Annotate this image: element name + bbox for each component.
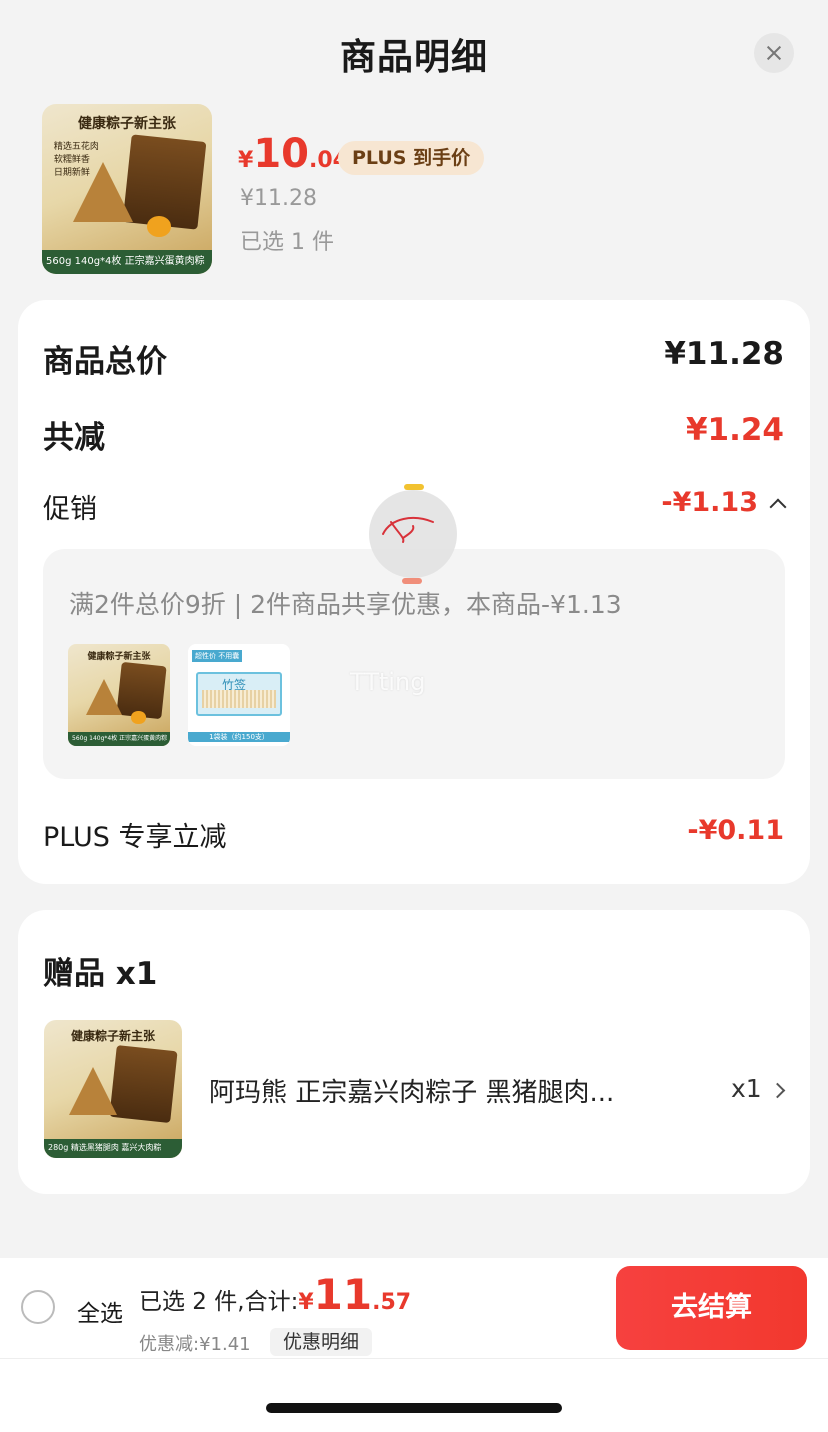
thumb-title: 健康粽子新主张 [78, 115, 176, 132]
assistant-bubble[interactable] [369, 484, 457, 584]
zongzi-graphic [68, 1066, 117, 1115]
close-icon[interactable] [754, 33, 794, 73]
gift-thumb-bar: 280g 精选黑猪腿肉 嘉兴大肉粽 [44, 1138, 182, 1158]
chevron-up-icon [769, 498, 787, 516]
price-summary-card: 商品总价 ¥11.28 共减 ¥1.24 促销 -¥1.13 满2件总价9折 |… [18, 300, 810, 884]
thumb-bullet: 精选五花肉 [53, 142, 99, 153]
checkout-button[interactable]: 去结算 [616, 1266, 807, 1350]
egg-yolk-graphic [147, 216, 172, 237]
discount-summary: 优惠减:¥1.41 [139, 1334, 251, 1355]
promo-item-bar: 560g 140g*4枚 正宗嘉兴蛋黄肉粽 [68, 731, 170, 746]
plus-price: ¥ 10 .04 [238, 131, 348, 177]
total-currency: ¥ [298, 1290, 314, 1315]
select-all-label[interactable]: 全选 [77, 1294, 123, 1328]
zongzi-graphic [72, 161, 133, 222]
discount-label: 共减 [43, 420, 105, 456]
gift-card: 赠品 x1 健康粽子新主张 280g 精选黑猪腿肉 嘉兴大肉粽 阿玛熊 正宗嘉兴… [18, 910, 810, 1194]
promo-item-thumbnail[interactable]: 健康粽子新主张 560g 140g*4枚 正宗嘉兴蛋黄肉粽 [68, 644, 170, 746]
toothpick-label: 超性价 不用囊 [192, 650, 243, 662]
price-currency: ¥ [238, 148, 254, 173]
zongzi-graphic [86, 678, 123, 715]
product-detail-sheet: 商品明细 健康粽子新主张 精选五花肉 软糯鲜香 日期新鲜 560g 140g*4… [0, 0, 828, 1432]
original-price: ¥11.28 [240, 186, 317, 211]
product-thumbnail: 健康粽子新主张 精选五花肉 软糯鲜香 日期新鲜 560g 140g*4枚 正宗嘉… [42, 104, 212, 274]
price-integer: 10 [253, 131, 309, 177]
plus-price-tag: PLUS 到手价 [338, 141, 485, 175]
toothpick-foot: 1袋装（约150支） [188, 732, 290, 742]
promo-label: 促销 [43, 494, 97, 525]
promo-detail-text: 满2件总价9折 | 2件商品共享优惠，本商品-¥1.13 [69, 590, 622, 619]
total-decimal: .57 [372, 1290, 412, 1315]
promo-item-title: 健康粽子新主张 [87, 652, 151, 663]
home-indicator[interactable] [266, 1403, 562, 1413]
assistant-icon [382, 517, 434, 543]
gift-name[interactable]: 阿玛熊 正宗嘉兴肉粽子 黑猪腿肉... [209, 1072, 614, 1109]
total-price-label: 商品总价 [43, 344, 167, 380]
page-title: 商品明细 [339, 37, 488, 78]
select-all-radio[interactable] [21, 1290, 55, 1324]
package-graphic [122, 134, 207, 231]
watermark: TTting [350, 668, 426, 696]
total-integer: 11 [313, 1270, 373, 1319]
bubble-bottom-dot [402, 578, 422, 584]
toothpick-sticks-graphic [202, 690, 276, 708]
gift-thumbnail[interactable]: 健康粽子新主张 280g 精选黑猪腿肉 嘉兴大肉粽 [44, 1020, 182, 1158]
toothpick-thumbnail[interactable]: 超性价 不用囊 竹签 1袋装（约150支） [188, 644, 290, 746]
discount-detail-button[interactable]: 优惠明细 [270, 1328, 373, 1356]
gift-heading: 赠品 x1 [43, 956, 158, 992]
chevron-right-icon[interactable] [769, 1082, 786, 1099]
home-indicator-area [0, 1358, 828, 1432]
plus-discount-value: -¥0.11 [687, 815, 784, 846]
checkout-bar: 全选 已选 2 件,合计: ¥ 11 .57 优惠减:¥1.41 优惠明细 去结… [0, 1258, 828, 1358]
discount-value: ¥1.24 [685, 412, 784, 448]
selected-total: 已选 2 件,合计: ¥ 11 .57 [139, 1270, 411, 1319]
gift-thumb-title: 健康粽子新主张 [70, 1028, 155, 1043]
thumb-bar: 560g 140g*4枚 正宗嘉兴蛋黄肉粽 [42, 250, 212, 274]
selected-total-label: 已选 2 件,合计: [139, 1289, 299, 1315]
total-price-value: ¥11.28 [664, 336, 784, 372]
egg-yolk-graphic [131, 711, 146, 724]
gift-quantity: x1 [731, 1074, 762, 1103]
package-graphic [109, 1044, 178, 1123]
promo-toggle[interactable]: -¥1.13 [661, 487, 787, 518]
plus-discount-label: PLUS 专享立减 [43, 822, 227, 853]
promo-value: -¥1.13 [661, 487, 758, 518]
selected-count: 已选 1 件 [240, 230, 334, 255]
